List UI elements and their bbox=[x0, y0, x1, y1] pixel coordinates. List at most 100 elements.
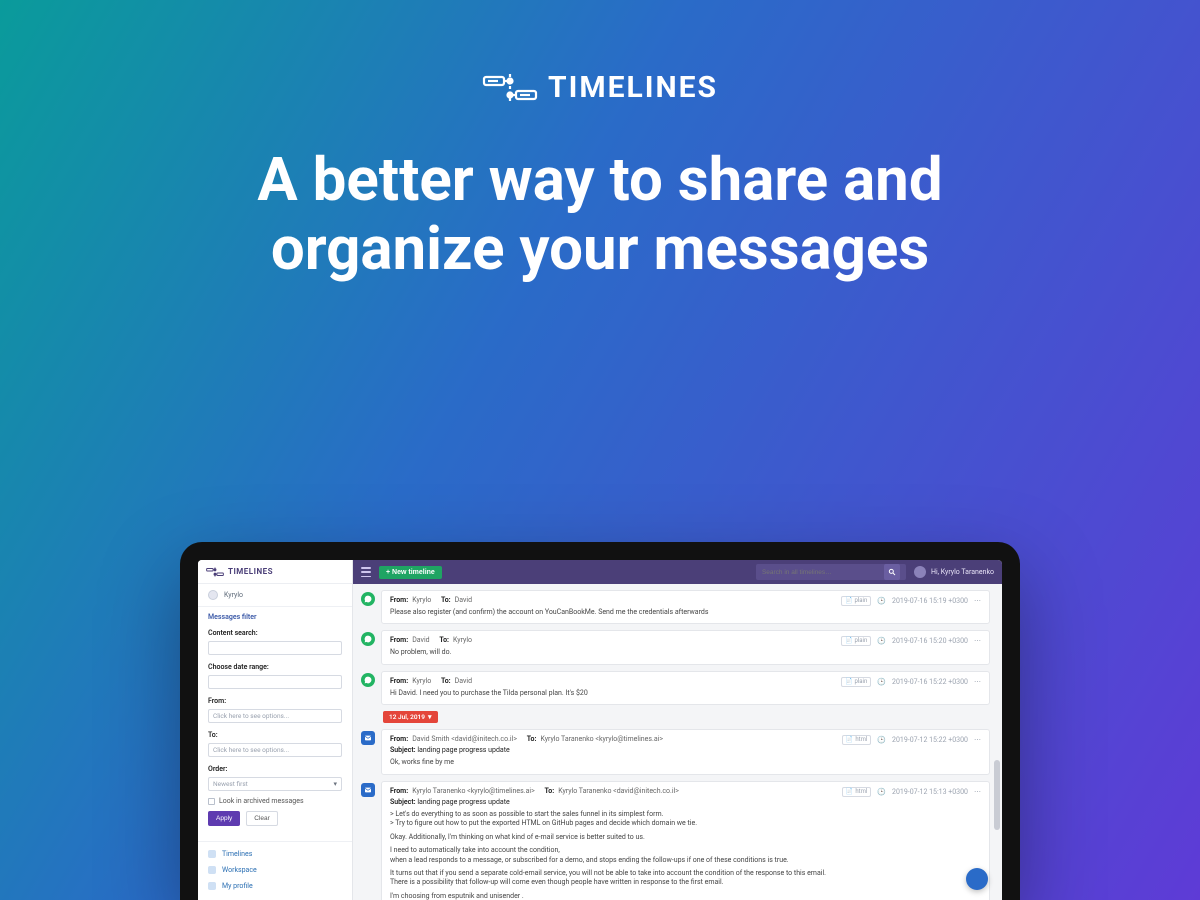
sidebar-user-name: Kyrylo bbox=[224, 591, 243, 599]
date-pill[interactable]: 12 Jul, 2019 bbox=[383, 711, 438, 723]
timestamp: 2019-07-16 15:19 +0300 bbox=[892, 597, 968, 605]
message-body: No problem, will do. bbox=[390, 648, 981, 657]
order-select[interactable]: Newest first bbox=[208, 777, 342, 791]
content-search-label: Content search: bbox=[198, 625, 352, 639]
app-screen: TIMELINES Kyrylo Messages filter Content… bbox=[198, 560, 1002, 900]
nav-profile[interactable]: My profile bbox=[198, 878, 352, 894]
to-key: To: bbox=[545, 787, 555, 795]
message-body: > Let's do everything to as soon as poss… bbox=[390, 810, 981, 900]
date-pill-text: 12 Jul, 2019 bbox=[389, 713, 425, 721]
scrollbar[interactable] bbox=[994, 590, 1000, 894]
to-val: David bbox=[455, 596, 472, 604]
chevron-down-icon[interactable]: ⋯ bbox=[974, 678, 981, 686]
archived-row[interactable]: Look in archived messages bbox=[198, 795, 352, 807]
checkbox-icon[interactable] bbox=[208, 798, 215, 805]
avatar-icon bbox=[914, 566, 926, 578]
to-key: To: bbox=[439, 636, 449, 644]
format-tag: 📄 plain bbox=[841, 596, 871, 606]
message-body: Please also register (and confirm) the a… bbox=[390, 608, 981, 617]
message-card[interactable]: From: Kyrylo Taranenko <kyrylo@timelines… bbox=[381, 781, 990, 900]
sidebar-logo[interactable]: TIMELINES bbox=[198, 560, 352, 584]
to-val: Kyrylo bbox=[453, 636, 472, 644]
apply-button[interactable]: Apply bbox=[208, 811, 240, 826]
user-icon bbox=[208, 882, 216, 890]
format-tag: 📄 plain bbox=[841, 636, 871, 646]
hero-tagline: A better way to share and organize your … bbox=[150, 145, 1050, 283]
to-key: To: bbox=[441, 596, 451, 604]
to-label: To: bbox=[198, 727, 352, 741]
message-row: From: Kyrylo Taranenko <kyrylo@timelines… bbox=[361, 781, 990, 900]
whatsapp-icon bbox=[361, 592, 375, 606]
timelines-logo-icon bbox=[206, 567, 224, 577]
from-key: From: bbox=[390, 787, 408, 795]
topbar-user[interactable]: Hi, Kyrylo Taranenko bbox=[914, 566, 994, 578]
timestamp: 2019-07-16 15:22 +0300 bbox=[892, 678, 968, 686]
content-search-input[interactable] bbox=[208, 641, 342, 655]
from-val: David bbox=[412, 636, 429, 644]
message-row: From: Kyrylo To: David 📄 plain🕒2019-07-1… bbox=[361, 671, 990, 705]
from-key: From: bbox=[390, 735, 408, 743]
from-input[interactable]: Click here to see options... bbox=[208, 709, 342, 723]
nav-label: My profile bbox=[222, 882, 253, 890]
clock-icon: 🕒 bbox=[877, 597, 886, 605]
sidebar-user[interactable]: Kyrylo bbox=[198, 584, 352, 606]
archived-label: Look in archived messages bbox=[219, 797, 304, 805]
topbar-greeting: Hi, Kyrylo Taranenko bbox=[931, 568, 994, 576]
laptop-frame: TIMELINES Kyrylo Messages filter Content… bbox=[180, 542, 1020, 900]
date-range-input[interactable] bbox=[208, 675, 342, 689]
from-key: From: bbox=[390, 596, 408, 604]
search-input[interactable] bbox=[762, 569, 880, 576]
clear-button[interactable]: Clear bbox=[246, 811, 278, 826]
sidebar-nav: Timelines Workspace My profile bbox=[198, 841, 352, 900]
grid-icon bbox=[208, 866, 216, 874]
to-key: To: bbox=[441, 677, 451, 685]
menu-icon[interactable] bbox=[361, 567, 371, 577]
chevron-down-icon[interactable]: ⋯ bbox=[974, 736, 981, 744]
filter-heading: Messages filter bbox=[198, 606, 352, 625]
new-timeline-button[interactable]: + New timeline bbox=[379, 566, 442, 579]
from-label: From: bbox=[198, 693, 352, 707]
chevron-down-icon[interactable]: ⋯ bbox=[974, 637, 981, 645]
nav-workspace[interactable]: Workspace bbox=[198, 862, 352, 878]
to-val: Kyrylo Taranenko <david@initech.co.il> bbox=[558, 787, 679, 795]
from-placeholder: Click here to see options... bbox=[213, 712, 289, 720]
from-key: From: bbox=[390, 636, 408, 644]
message-card[interactable]: From: Kyrylo To: David 📄 plain 🕒 2019-07-1… bbox=[381, 590, 990, 624]
order-value: Newest first bbox=[213, 780, 248, 788]
filter-actions: Apply Clear bbox=[198, 807, 352, 834]
scroll-thumb[interactable] bbox=[994, 760, 1000, 830]
chevron-down-icon[interactable]: ⋯ bbox=[974, 788, 981, 796]
format-tag: 📄 html bbox=[842, 787, 871, 797]
nav-label: Timelines bbox=[222, 850, 252, 858]
chat-fab[interactable] bbox=[966, 868, 988, 890]
clock-icon: 🕒 bbox=[877, 788, 886, 796]
from-key: From: bbox=[390, 677, 408, 685]
from-val: Kyrylo bbox=[412, 677, 431, 685]
mail-icon bbox=[361, 783, 375, 797]
app-main: + New timeline Hi, Kyrylo Taranenko bbox=[353, 560, 1002, 900]
to-input[interactable]: Click here to see options... bbox=[208, 743, 342, 757]
message-body: Ok, works fine by me bbox=[390, 758, 981, 767]
clock-icon: 🕒 bbox=[877, 678, 886, 686]
from-val: Kyrylo bbox=[412, 596, 431, 604]
message-card[interactable]: From: Kyrylo To: David 📄 plain🕒2019-07-1… bbox=[381, 671, 990, 705]
message-body: Hi David. I need you to purchase the Til… bbox=[390, 689, 981, 698]
nav-timelines[interactable]: Timelines bbox=[198, 846, 352, 862]
chevron-down-icon[interactable]: ⋯ bbox=[974, 597, 981, 605]
app-sidebar: TIMELINES Kyrylo Messages filter Content… bbox=[198, 560, 353, 900]
hero-brand-text: TIMELINES bbox=[548, 70, 718, 105]
hero-stage: TIMELINES A better way to share and orga… bbox=[0, 0, 1200, 900]
timestamp: 2019-07-12 15:22 +0300 bbox=[892, 736, 968, 744]
whatsapp-icon bbox=[361, 632, 375, 646]
clock-icon: 🕒 bbox=[877, 637, 886, 645]
to-val: Kyrylo Taranenko <kyrylo@timelines.ai> bbox=[540, 735, 663, 743]
message-card[interactable]: From: David Smith <david@initech.co.il> … bbox=[381, 729, 990, 774]
timestamp: 2019-07-16 15:20 +0300 bbox=[892, 637, 968, 645]
whatsapp-icon bbox=[361, 673, 375, 687]
topbar: + New timeline Hi, Kyrylo Taranenko bbox=[353, 560, 1002, 584]
search-button[interactable] bbox=[884, 564, 900, 580]
timestamp: 2019-07-12 15:13 +0300 bbox=[892, 788, 968, 796]
search-box[interactable] bbox=[756, 564, 906, 580]
to-val: David bbox=[455, 677, 472, 685]
message-card[interactable]: From: David To: Kyrylo 📄 plain 🕒 2019-07-1… bbox=[381, 630, 990, 664]
